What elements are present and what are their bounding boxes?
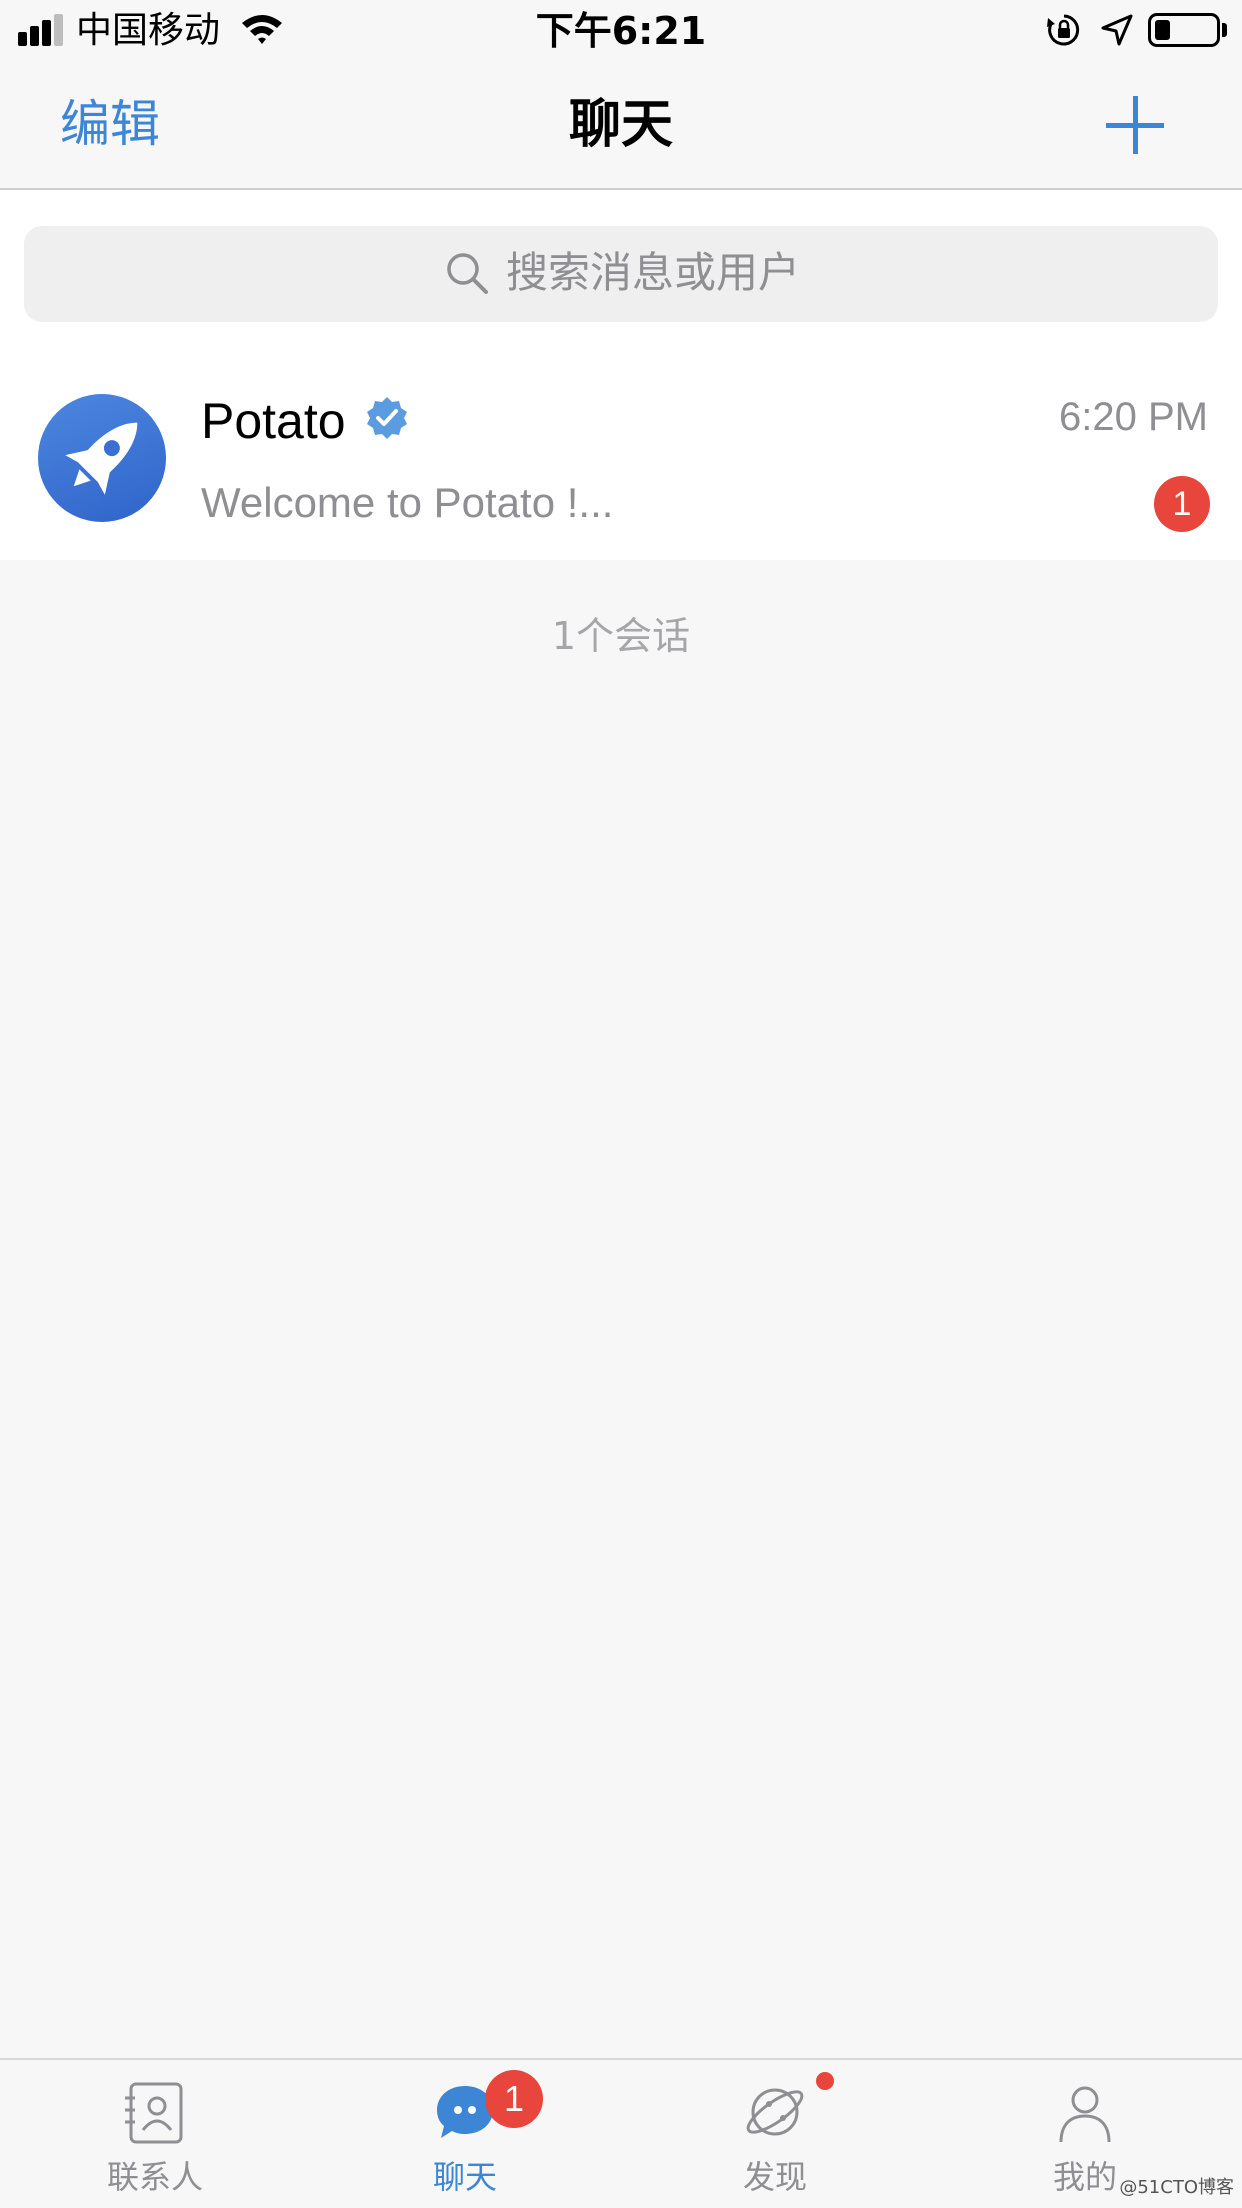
unread-badge: 1 (1154, 476, 1210, 532)
chat-preview: Welcome to Potato !... (201, 479, 614, 526)
tab-discover[interactable]: 发现 (620, 2060, 930, 2208)
location-icon (1101, 14, 1133, 46)
session-count: 1个会话 (551, 614, 691, 658)
nav-bar: 编辑 聊天 (0, 62, 1242, 190)
verified-badge-icon (367, 397, 407, 439)
battery-tip (1222, 23, 1227, 37)
profile-icon (1059, 2086, 1111, 2143)
tab-bar: 联系人 1 聊天 发现 我的 (0, 2058, 1242, 2208)
tab-chat[interactable]: 1 聊天 (310, 2060, 620, 2208)
battery-icon (1148, 13, 1220, 47)
tab-contacts[interactable]: 联系人 (0, 2060, 310, 2208)
rotation-lock-icon (1047, 14, 1080, 46)
status-bar: 中国移动 下午6:21 (0, 0, 1242, 62)
contacts-icon (125, 2082, 183, 2144)
plus-icon[interactable] (1106, 96, 1164, 154)
chat-name: Potato (201, 393, 346, 449)
chat-list-item[interactable]: Potato 6:20 PM Welcome to Potato !... 1 (0, 352, 1242, 560)
search-placeholder: 搜索消息或用户 (506, 248, 801, 297)
search-input[interactable]: 搜索消息或用户 (24, 226, 1218, 322)
tab-unread-badge: 1 (485, 2070, 543, 2128)
chat-list-screen: 中国移动 下午6:21 编辑 聊天 搜索消息或用户 Potato 6:20 PM… (0, 0, 1242, 2208)
watermark: @51CTO博客 (1119, 2177, 1234, 2198)
tab-label: 联系人 (106, 2158, 203, 2196)
planet-icon (746, 2088, 804, 2136)
rocket-icon (65, 422, 138, 495)
chat-time: 6:20 PM (1059, 395, 1208, 439)
search-icon (447, 253, 488, 294)
search-area: 搜索消息或用户 (0, 190, 1242, 352)
page-title: 聊天 (568, 95, 673, 155)
tab-notification-dot (816, 2072, 834, 2090)
tab-label: 发现 (742, 2158, 807, 2196)
tab-label: 聊天 (432, 2158, 497, 2196)
avatar (38, 394, 166, 522)
